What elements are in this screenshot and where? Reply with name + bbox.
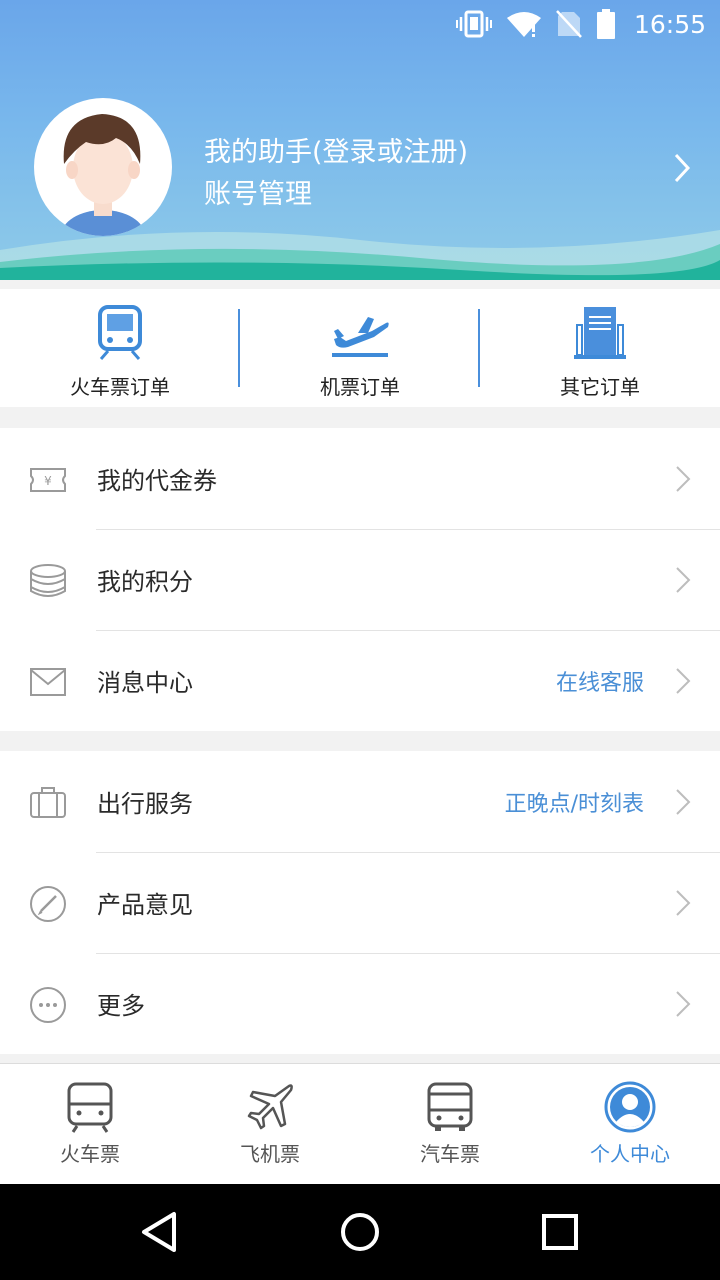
order-label: 机票订单: [320, 375, 400, 399]
user-nav-icon: [604, 1081, 656, 1133]
menu-item-feedback[interactable]: 产品意见: [0, 852, 720, 953]
nav-bus-tickets[interactable]: 汽车票: [360, 1064, 540, 1184]
timetable-link[interactable]: 正晚点/时刻表: [505, 786, 644, 818]
plane-nav-icon: [247, 1084, 293, 1130]
nav-flight-tickets[interactable]: 飞机票: [180, 1064, 360, 1184]
nav-train-tickets[interactable]: 火车票: [0, 1064, 180, 1184]
battery-icon: [596, 9, 615, 39]
account-menu-section: ¥ 我的代金券 我的积分 消息中心 在线客服: [0, 428, 720, 731]
bus-nav-icon: [427, 1082, 473, 1131]
wifi-icon: [506, 12, 541, 37]
other-orders-button[interactable]: 其它订单: [480, 289, 720, 407]
status-bar: 16:55: [0, 0, 720, 48]
chevron-right-icon: [676, 566, 691, 593]
plane-takeoff-icon: [332, 317, 389, 357]
nav-label: 个人中心: [590, 1142, 670, 1166]
home-icon[interactable]: [336, 1208, 384, 1256]
luggage-icon: [30, 787, 66, 818]
vibrate-icon: [455, 10, 492, 38]
train-icon: [98, 305, 142, 360]
status-time: 16:55: [633, 9, 706, 39]
document-icon: [574, 307, 626, 359]
svg-text:¥: ¥: [44, 474, 52, 488]
chevron-right-icon: [674, 153, 691, 183]
menu-item-travel-services[interactable]: 出行服务 正晚点/时刻表: [0, 751, 720, 852]
menu-item-more[interactable]: 更多: [0, 953, 720, 1054]
voucher-icon: ¥: [30, 468, 66, 492]
flight-orders-button[interactable]: 机票订单: [240, 289, 480, 407]
order-label: 其它订单: [560, 375, 640, 399]
chevron-right-icon: [676, 788, 691, 815]
nav-label: 汽车票: [420, 1142, 480, 1166]
chevron-right-icon: [676, 889, 691, 916]
bottom-navigation: 火车票 飞机票 汽车票 个人中心: [0, 1063, 720, 1184]
menu-label: 出行服务: [97, 790, 193, 818]
menu-label: 更多: [97, 992, 145, 1020]
edit-icon: [30, 886, 66, 922]
train-orders-button[interactable]: 火车票订单: [0, 289, 240, 407]
online-service-link[interactable]: 在线客服: [556, 665, 644, 697]
coins-icon: [30, 564, 66, 597]
envelope-icon: [30, 668, 66, 696]
back-icon[interactable]: [136, 1208, 184, 1256]
no-sim-icon: [556, 10, 582, 38]
order-label: 火车票订单: [70, 375, 170, 399]
nav-label: 火车票: [60, 1142, 120, 1166]
avatar[interactable]: [34, 98, 172, 236]
profile-name: 我的助手(登录或注册): [204, 137, 469, 168]
chevron-right-icon: [676, 990, 691, 1017]
order-shortcuts: 火车票订单 机票订单 其它订单: [0, 289, 720, 407]
menu-label: 产品意见: [97, 891, 193, 919]
recents-icon[interactable]: [536, 1208, 584, 1256]
chevron-right-icon: [676, 465, 691, 492]
menu-label: 我的代金券: [97, 467, 217, 495]
profile-header: 16:55 我的助手(登录或注册) 账号管理: [0, 0, 720, 280]
menu-label: 我的积分: [97, 568, 193, 596]
more-icon: [30, 987, 66, 1023]
menu-item-points[interactable]: 我的积分: [0, 529, 720, 630]
menu-label: 消息中心: [97, 669, 193, 697]
service-menu-section: 出行服务 正晚点/时刻表 产品意见 更多: [0, 751, 720, 1054]
chevron-right-icon: [676, 667, 691, 694]
nav-label: 飞机票: [240, 1142, 300, 1166]
menu-item-vouchers[interactable]: ¥ 我的代金券: [0, 428, 720, 529]
nav-personal-center[interactable]: 个人中心: [540, 1064, 720, 1184]
account-management-label: 账号管理: [204, 179, 312, 210]
train-nav-icon: [67, 1082, 113, 1133]
system-navigation-bar: [0, 1184, 720, 1280]
menu-item-messages[interactable]: 消息中心 在线客服: [0, 630, 720, 731]
